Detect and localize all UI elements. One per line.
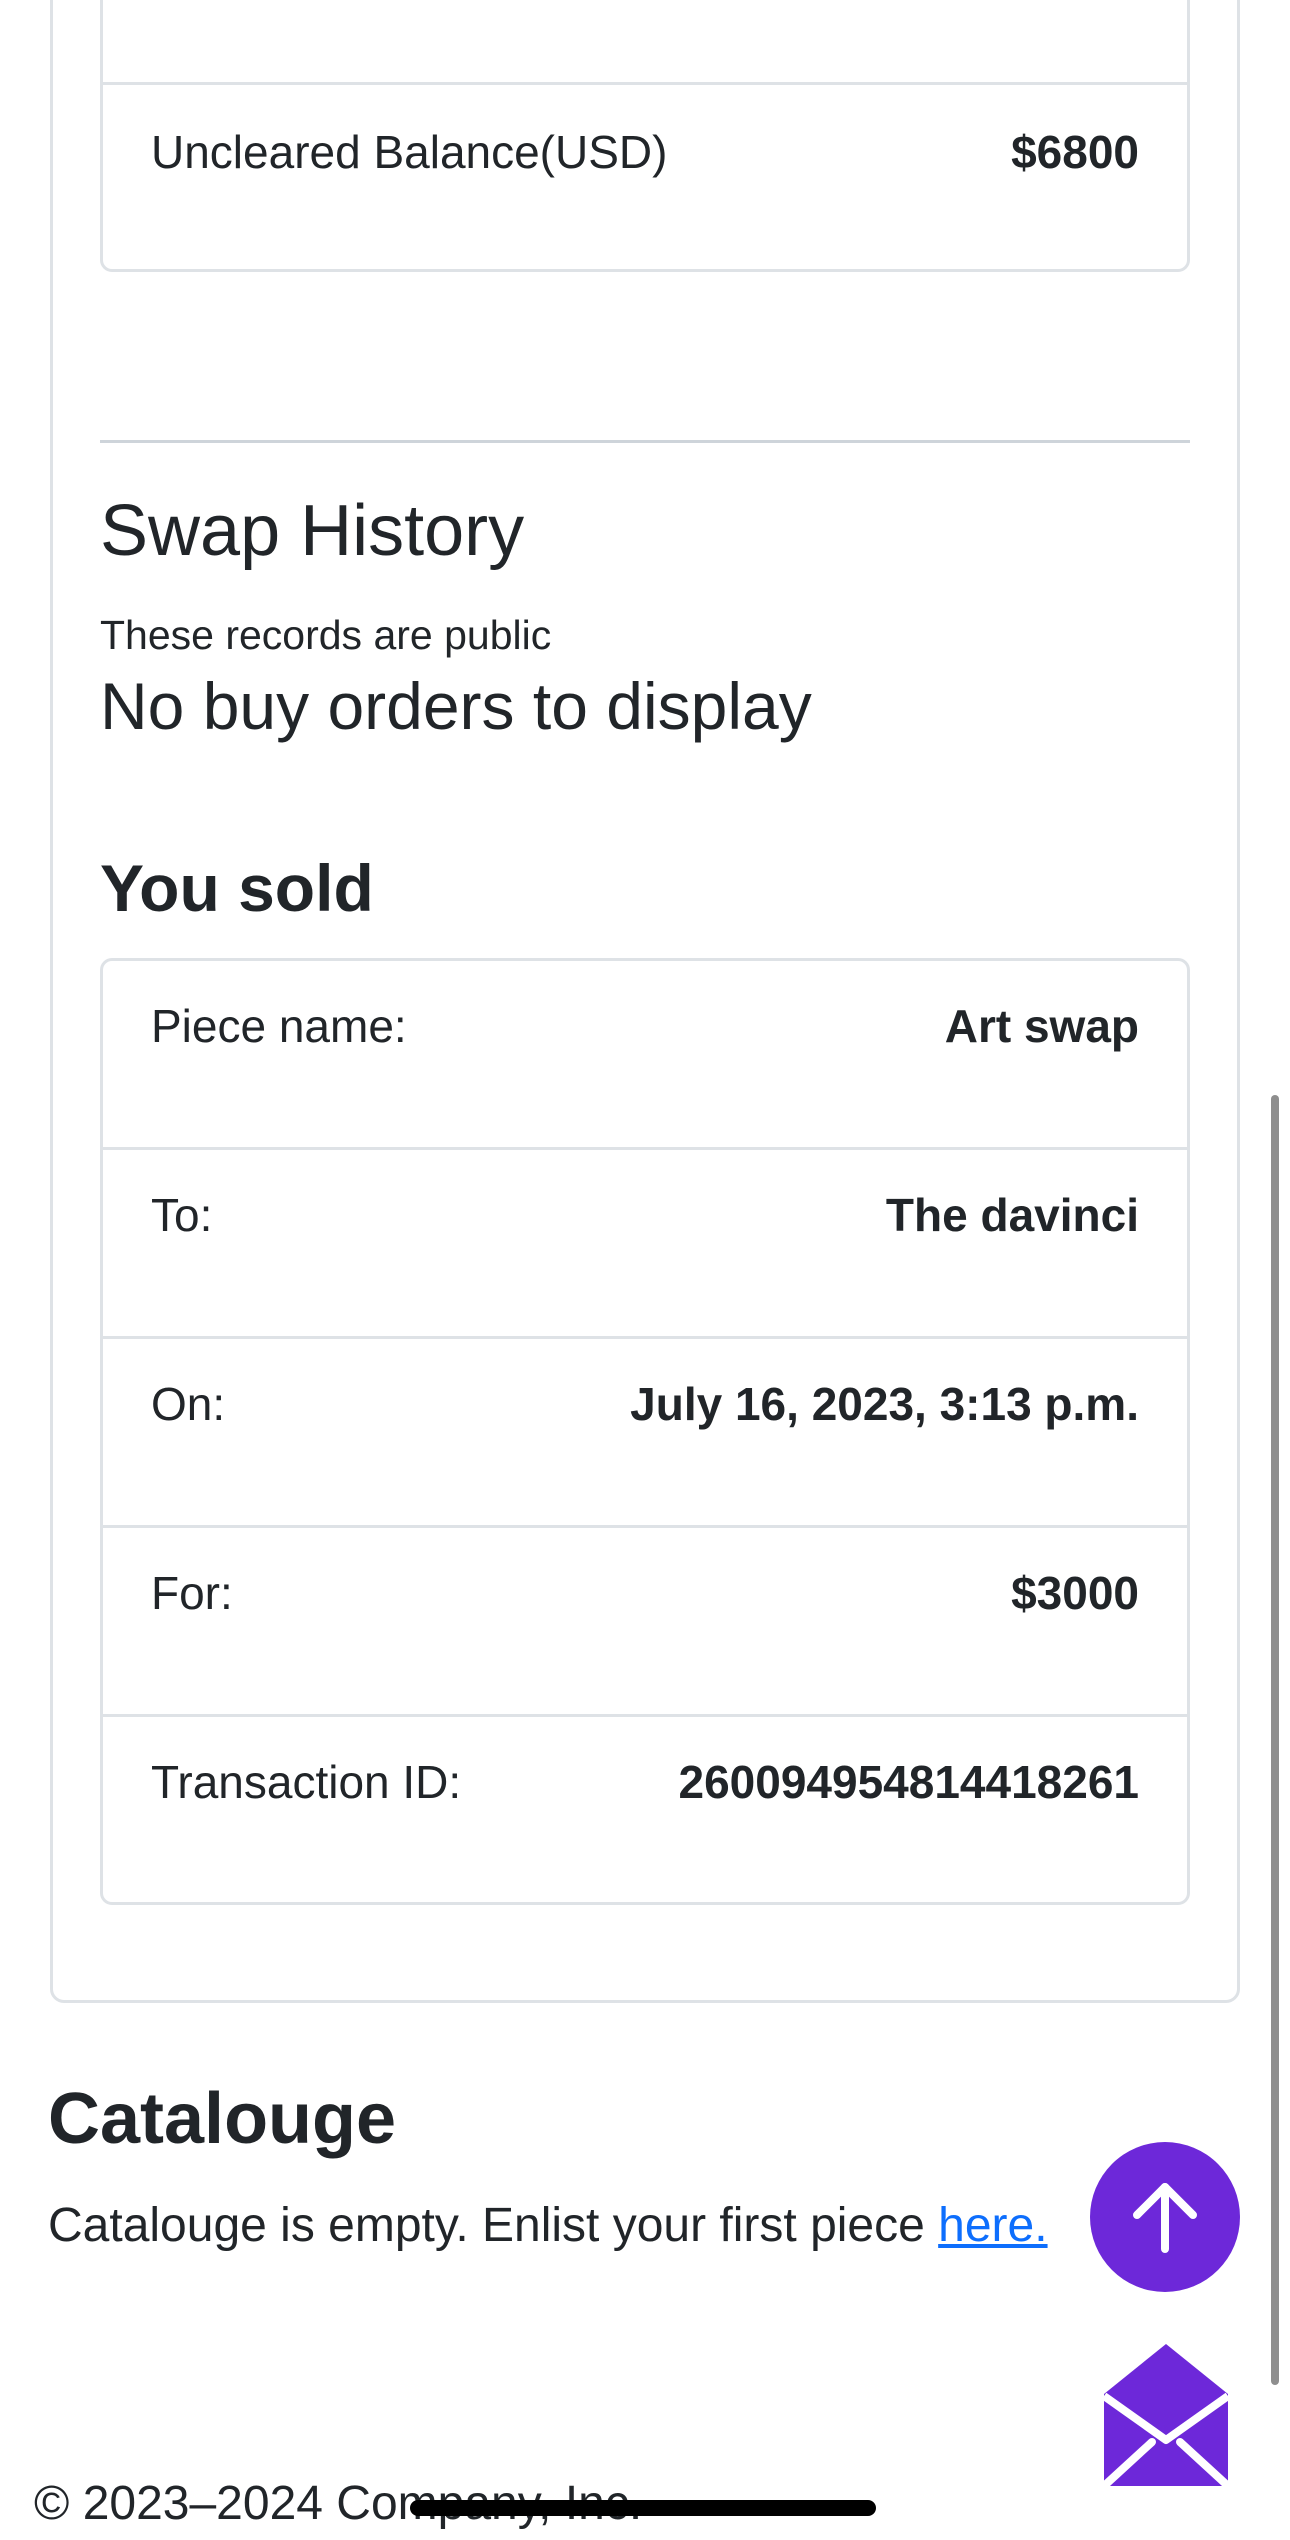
sold-row-to: To: The davinci bbox=[103, 1150, 1187, 1339]
catalogue-empty-text: Catalouge is empty. Enlist your first pi… bbox=[48, 2199, 939, 2252]
section-divider bbox=[100, 440, 1190, 443]
swap-history-subtitle: These records are public bbox=[100, 612, 552, 658]
catalogue-empty-message: Catalouge is empty. Enlist your first pi… bbox=[48, 2198, 1048, 2253]
enlist-piece-link[interactable]: here. bbox=[938, 2199, 1047, 2252]
sold-row-for: For: $3000 bbox=[103, 1528, 1187, 1717]
for-label: For: bbox=[151, 1567, 233, 1619]
transaction-id-value: 2600949548144182​61 bbox=[678, 1756, 1140, 1808]
message-button[interactable] bbox=[1090, 2340, 1242, 2492]
balance-divider bbox=[103, 82, 1187, 85]
you-sold-title: You sold bbox=[100, 851, 374, 925]
piece-name-value: Art swap bbox=[944, 1000, 1139, 1052]
on-value: July 16, 2023, 3:13 p.m. bbox=[630, 1378, 1139, 1430]
scroll-to-top-button[interactable] bbox=[1090, 2142, 1240, 2292]
sold-row-piece-name: Piece name: Art swap bbox=[103, 961, 1187, 1150]
sold-row-on: On: July 16, 2023, 3:13 p.m. bbox=[103, 1339, 1187, 1528]
vertical-scrollbar[interactable] bbox=[1271, 1095, 1279, 2385]
balance-card: Uncleared Balance(USD) $6800 bbox=[100, 0, 1190, 272]
envelope-open-icon bbox=[1100, 2344, 1232, 2490]
transaction-id-label: Transaction ID: bbox=[151, 1756, 462, 1808]
uncleared-balance-label: Uncleared Balance(USD) bbox=[151, 126, 668, 178]
no-buy-orders-text: No buy orders to display bbox=[100, 669, 812, 743]
uncleared-balance-value: $6800 bbox=[1011, 126, 1139, 178]
piece-name-label: Piece name: bbox=[151, 1000, 407, 1052]
on-label: On: bbox=[151, 1378, 226, 1430]
to-label: To: bbox=[151, 1189, 213, 1241]
home-indicator[interactable] bbox=[410, 2500, 876, 2516]
sold-row-transaction-id: Transaction ID: 2600949548144182​61 bbox=[103, 1717, 1187, 1902]
for-value: $3000 bbox=[1011, 1567, 1139, 1619]
catalogue-title: Catalouge bbox=[48, 2079, 397, 2159]
to-value: The davinci bbox=[885, 1189, 1139, 1241]
arrow-up-icon bbox=[1133, 2183, 1197, 2253]
sold-card: Piece name: Art swap To: The davinci On:… bbox=[100, 958, 1190, 1905]
swap-history-title: Swap History bbox=[100, 491, 525, 571]
